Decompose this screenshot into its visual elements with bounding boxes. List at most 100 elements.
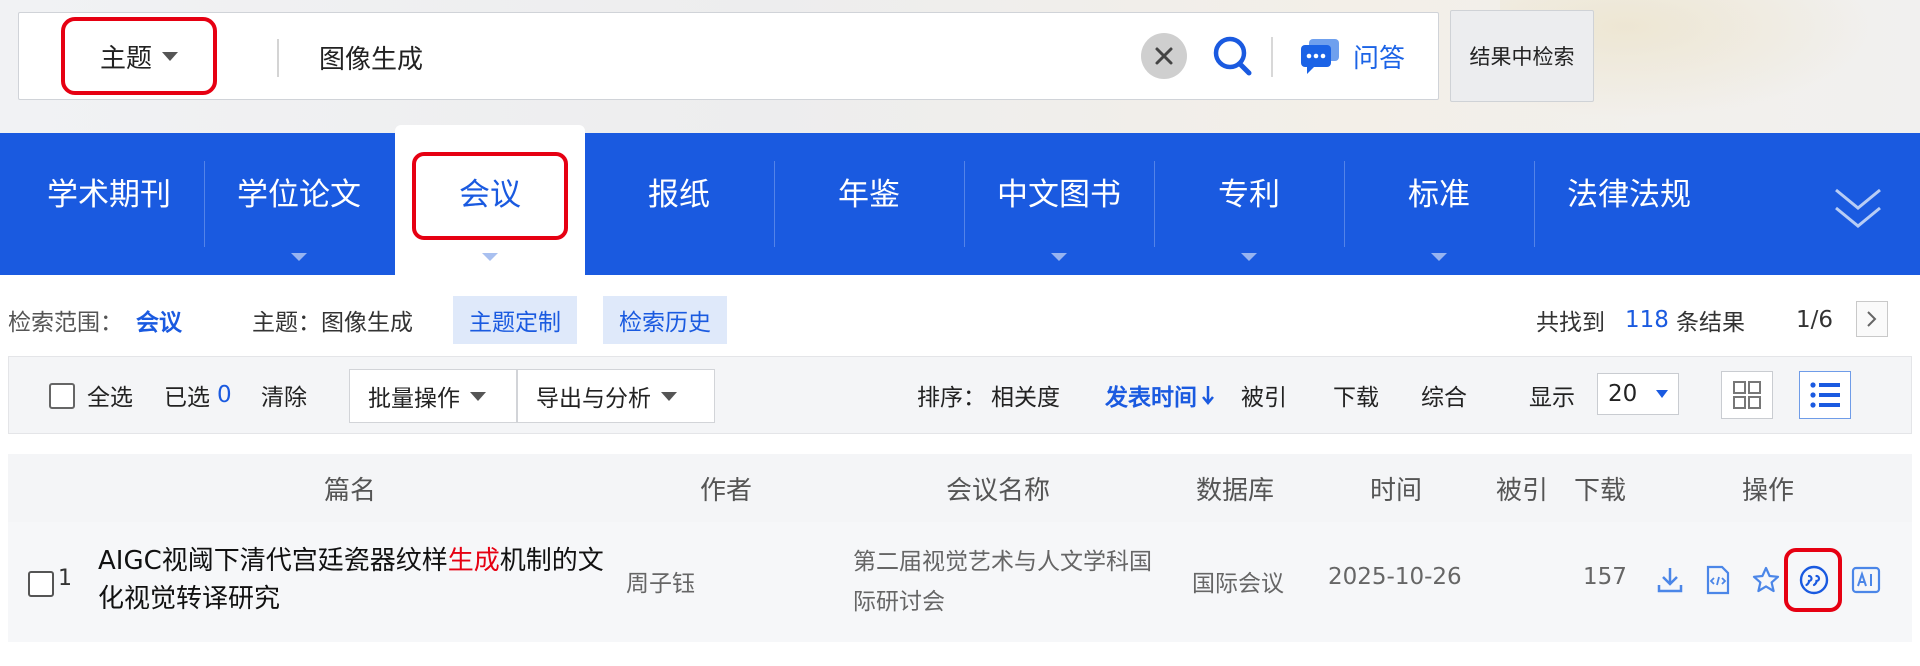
found-suffix: 条结果 [1676, 310, 1745, 336]
topic-summary: 主题：图像生成 [252, 310, 413, 336]
select-all-checkbox[interactable] [49, 383, 75, 409]
caret-down-icon [1431, 253, 1447, 261]
search-in-results-button[interactable]: 结果中检索 [1450, 10, 1594, 102]
conference-link[interactable]: 第二届视觉艺术与人文学科国际研讨会 [853, 542, 1153, 622]
tab-conferences[interactable]: 会议 [395, 125, 585, 275]
download-icon [1657, 568, 1683, 593]
grid-view-button[interactable] [1721, 371, 1773, 419]
tab-label: 标准 [1408, 176, 1470, 213]
divider [1271, 37, 1273, 77]
ai-button[interactable] [1850, 564, 1882, 596]
selected-count: 0 [217, 382, 232, 408]
search-input[interactable] [319, 29, 1119, 85]
column-header-conference: 会议名称 [946, 475, 1051, 506]
tab-newspapers[interactable]: 报纸 [584, 133, 774, 275]
select-all-label[interactable]: 全选 [87, 357, 133, 433]
result-title-link[interactable]: AIGC视阈下清代宫廷瓷器纹样生成机制的文化视觉转译研究 [98, 542, 618, 618]
sort-downloads[interactable]: 下载 [1333, 357, 1379, 433]
topic-custom-button[interactable]: 主题定制 [453, 296, 577, 344]
column-header-title: 篇名 [324, 475, 377, 506]
export-analysis-dropdown[interactable]: 导出与分析 [517, 369, 715, 423]
tab-theses[interactable]: 学位论文 [204, 133, 394, 275]
tab-label: 学位论文 [237, 176, 361, 213]
tab-yearbooks[interactable]: 年鉴 [774, 133, 964, 275]
page-size-select[interactable]: 20 [1597, 373, 1679, 415]
search-history-button[interactable]: 检索历史 [603, 296, 727, 344]
scope-label: 检索范围： [8, 310, 123, 336]
favorite-star-icon [1752, 566, 1780, 593]
list-icon [1810, 382, 1840, 408]
tab-patents[interactable]: 专利 [1154, 133, 1344, 275]
tab-chinese-books[interactable]: 中文图书 [964, 133, 1154, 275]
column-header-date: 时间 [1370, 475, 1423, 506]
tab-label: 报纸 [648, 176, 710, 213]
column-header-database: 数据库 [1196, 475, 1275, 506]
sort-citations[interactable]: 被引 [1241, 357, 1287, 433]
row-checkbox[interactable] [28, 571, 54, 597]
chat-bubble-icon [1301, 39, 1339, 74]
search-field-select[interactable]: 主题 [61, 17, 217, 95]
download-count: 157 [1583, 564, 1627, 590]
sort-comprehensive[interactable]: 综合 [1421, 357, 1467, 433]
tab-label: 会议 [459, 176, 521, 213]
dropdown-label: 导出与分析 [536, 386, 651, 412]
list-view-button[interactable] [1799, 371, 1851, 419]
caret-down-icon [661, 391, 677, 401]
result-count: 118 [1625, 307, 1669, 333]
tab-standards[interactable]: 标准 [1344, 133, 1534, 275]
search-icon [1213, 36, 1252, 76]
tab-journals[interactable]: 学术期刊 [14, 133, 204, 275]
sort-label: 排序： [917, 385, 986, 411]
cite-button[interactable] [1798, 564, 1830, 596]
found-prefix: 共找到 [1536, 310, 1605, 336]
caret-down-icon [482, 253, 498, 261]
column-header-author: 作者 [700, 475, 753, 506]
tab-label: 年鉴 [838, 176, 900, 213]
result-toolbar: 全选 已选 0 清除 批量操作 导出与分析 排序： 相关度 发表时间 被引 下载… [8, 356, 1912, 434]
html-read-icon [1706, 565, 1730, 595]
ai-icon [1851, 566, 1881, 594]
next-page-button[interactable] [1856, 301, 1888, 337]
row-index: 1 [58, 566, 72, 591]
tab-label: 法律法规 [1567, 176, 1691, 213]
divider [277, 39, 279, 77]
page-indicator: 1/6 [1796, 307, 1834, 333]
quote-cite-icon [1799, 565, 1829, 595]
tab-laws[interactable]: 法律法规 [1534, 133, 1724, 275]
caret-down-icon [1241, 253, 1257, 261]
clear-selection-button[interactable]: 清除 [261, 357, 307, 433]
double-chevron-down-icon[interactable] [1830, 184, 1886, 234]
caret-down-icon [291, 253, 307, 261]
chevron-right-icon [1867, 311, 1877, 327]
caret-down-icon [1656, 390, 1668, 398]
table-header: 篇名 作者 会议名称 数据库 时间 被引 下载 操作 [8, 454, 1912, 522]
column-header-downloads: 下载 [1574, 475, 1627, 506]
table-row: 1 AIGC视阈下清代宫廷瓷器纹样生成机制的文化视觉转译研究 周子钰 第二届视觉… [8, 522, 1912, 642]
qa-button[interactable]: 问答 [1299, 29, 1405, 83]
favorite-button[interactable] [1750, 564, 1782, 596]
search-scope-row: 检索范围： 会议 主题：图像生成 主题定制 检索历史 共找到 118 条结果 1… [0, 296, 1920, 344]
close-icon [1155, 47, 1173, 65]
author-link[interactable]: 周子钰 [626, 564, 695, 598]
page-size-label: 显示 [1529, 385, 1575, 411]
database-cell: 国际会议 [1192, 571, 1284, 597]
selected-label: 已选 [164, 385, 210, 411]
sort-publish-date[interactable]: 发表时间 [1105, 357, 1215, 433]
download-button[interactable] [1654, 564, 1686, 596]
search-button[interactable] [1209, 31, 1257, 81]
date-cell: 2025-10-26 [1328, 564, 1462, 590]
grid-icon [1733, 381, 1761, 409]
sort-relevance[interactable]: 相关度 [991, 357, 1060, 433]
keyword-highlight: 生成 [447, 546, 500, 576]
tab-label: 专利 [1218, 176, 1280, 213]
search-box: 主题 问答 [18, 12, 1439, 100]
caret-down-icon [470, 391, 486, 401]
arrow-down-icon [1202, 386, 1214, 405]
clear-search-button[interactable] [1141, 33, 1187, 79]
chevron-down-icon [162, 51, 178, 61]
sort-option-label: 发表时间 [1105, 385, 1197, 411]
html-read-button[interactable] [1702, 564, 1734, 596]
batch-operation-dropdown[interactable]: 批量操作 [349, 369, 517, 423]
scope-value: 会议 [136, 310, 182, 336]
search-field-label: 主题 [99, 43, 152, 74]
